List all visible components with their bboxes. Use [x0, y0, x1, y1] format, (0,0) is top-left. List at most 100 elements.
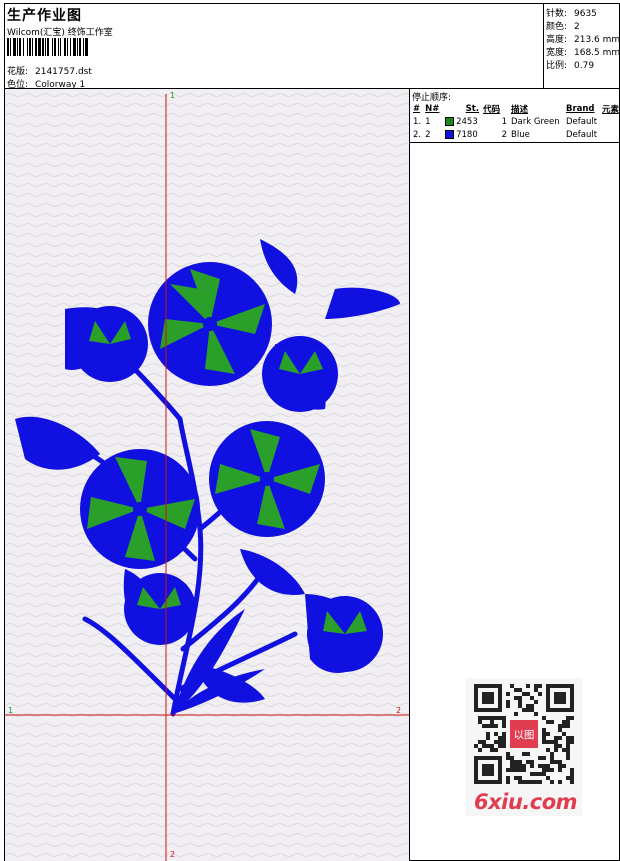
qr-module — [478, 720, 482, 724]
qr-module — [542, 756, 546, 760]
qr-module — [494, 748, 498, 752]
qr-module — [514, 764, 518, 768]
qr-module — [506, 768, 510, 772]
qr-module — [498, 740, 502, 744]
fabric-texture — [5, 89, 409, 861]
qr-module — [526, 704, 530, 708]
qr-module — [526, 752, 530, 756]
stitch-value: 7180 — [456, 129, 478, 140]
embroidery-preview: 1 1 2 2 — [5, 89, 409, 861]
stat-value: 168.5 mm — [574, 48, 620, 58]
qr-module — [530, 780, 534, 784]
barcode-bar — [32, 38, 33, 56]
col-header: 描述 — [511, 104, 529, 115]
qr-module — [506, 692, 510, 696]
qr-module — [494, 732, 498, 736]
flower-top — [148, 262, 272, 386]
stat-stitches: 针数: 9635 — [546, 6, 597, 19]
thread-brand: Default — [565, 116, 598, 127]
qr-module — [518, 688, 522, 692]
qr-module — [566, 716, 570, 720]
qr-module — [538, 764, 542, 768]
qr-module — [482, 716, 486, 720]
qr-module — [570, 780, 574, 784]
design-file-row: 花版: 2141757.dst — [7, 64, 92, 77]
stat-height: 高度: 213.6 mm — [546, 32, 620, 45]
qr-module — [486, 744, 490, 748]
qr-module — [510, 756, 514, 760]
qr-module — [554, 760, 558, 764]
qr-module — [534, 780, 538, 784]
qr-module — [494, 724, 498, 728]
qr-module — [522, 780, 526, 784]
design-canvas[interactable]: 1 1 2 2 — [5, 89, 410, 861]
qr-module — [530, 708, 534, 712]
thread-code: 2 — [501, 129, 507, 140]
axis-right-label: 2 — [396, 706, 401, 715]
qr-module — [558, 760, 562, 764]
stats-panel: 针数: 9635 颜色: 2 高度: 213.6 mm 宽度: 168.5 mm 比例:… — [543, 4, 620, 89]
table-row[interactable]: 1. 1 2453 1 Dark Green Default — [411, 115, 620, 128]
col-header: 代码 — [483, 104, 501, 115]
table-row[interactable]: 2. 2 7180 2 Blue Default — [411, 128, 620, 141]
qr-module — [530, 704, 534, 708]
qr-module — [562, 764, 566, 768]
qr-module — [550, 752, 554, 756]
qr-module — [498, 736, 502, 740]
barcode-bar — [29, 38, 31, 56]
qr-module — [550, 780, 554, 784]
design-value: 2141757.dst — [35, 67, 92, 77]
qr-module — [542, 716, 546, 720]
qr-module — [542, 768, 546, 772]
qr-module — [558, 780, 562, 784]
qr-module — [542, 732, 546, 736]
qr-module — [522, 708, 526, 712]
barcode-bar — [54, 38, 56, 56]
qr-module — [518, 704, 522, 708]
qr-module — [534, 712, 538, 716]
barcode-bar — [70, 38, 71, 56]
qr-module — [526, 780, 530, 784]
barcode-bar — [19, 38, 21, 56]
flower-right — [262, 336, 338, 412]
thread-brand: Default — [565, 129, 598, 140]
qr-module — [522, 768, 526, 772]
qr-module — [534, 700, 538, 704]
qr-module — [538, 756, 542, 760]
qr-module — [534, 684, 538, 688]
stitch-count: 2453 — [443, 115, 481, 128]
qr-module — [490, 744, 494, 748]
qr-module — [566, 720, 570, 724]
thread-description: Blue — [511, 129, 530, 140]
qr-module — [570, 768, 574, 772]
qr-module — [482, 744, 486, 748]
qr-module — [506, 752, 510, 756]
axis-left-label: 1 — [8, 706, 13, 715]
thread-element — [600, 115, 620, 128]
qr-module — [522, 764, 526, 768]
qr-module — [510, 684, 514, 688]
qr-module — [502, 720, 506, 724]
qr-module — [546, 776, 550, 780]
stat-value: 0.79 — [574, 61, 595, 71]
qr-module — [478, 740, 482, 744]
qr-module — [550, 740, 554, 744]
qr-module — [518, 780, 522, 784]
flower-bottom-right — [307, 596, 383, 672]
qr-module — [562, 724, 566, 728]
qr-module — [550, 768, 554, 772]
qr-module — [490, 724, 494, 728]
barcode-bar — [60, 38, 61, 56]
qr-module — [518, 764, 522, 768]
stat-label: 比例: — [546, 61, 568, 71]
qr-module — [502, 736, 506, 740]
qr-module — [518, 776, 522, 780]
qr-module — [514, 760, 518, 764]
stitch-count: 7180 — [443, 128, 481, 141]
qr-module — [482, 764, 494, 776]
stat-value: 9635 — [574, 9, 597, 19]
qr-module — [554, 748, 558, 752]
row-number: 2. — [413, 129, 422, 140]
color-swatch — [445, 129, 455, 139]
qr-module — [530, 760, 534, 764]
